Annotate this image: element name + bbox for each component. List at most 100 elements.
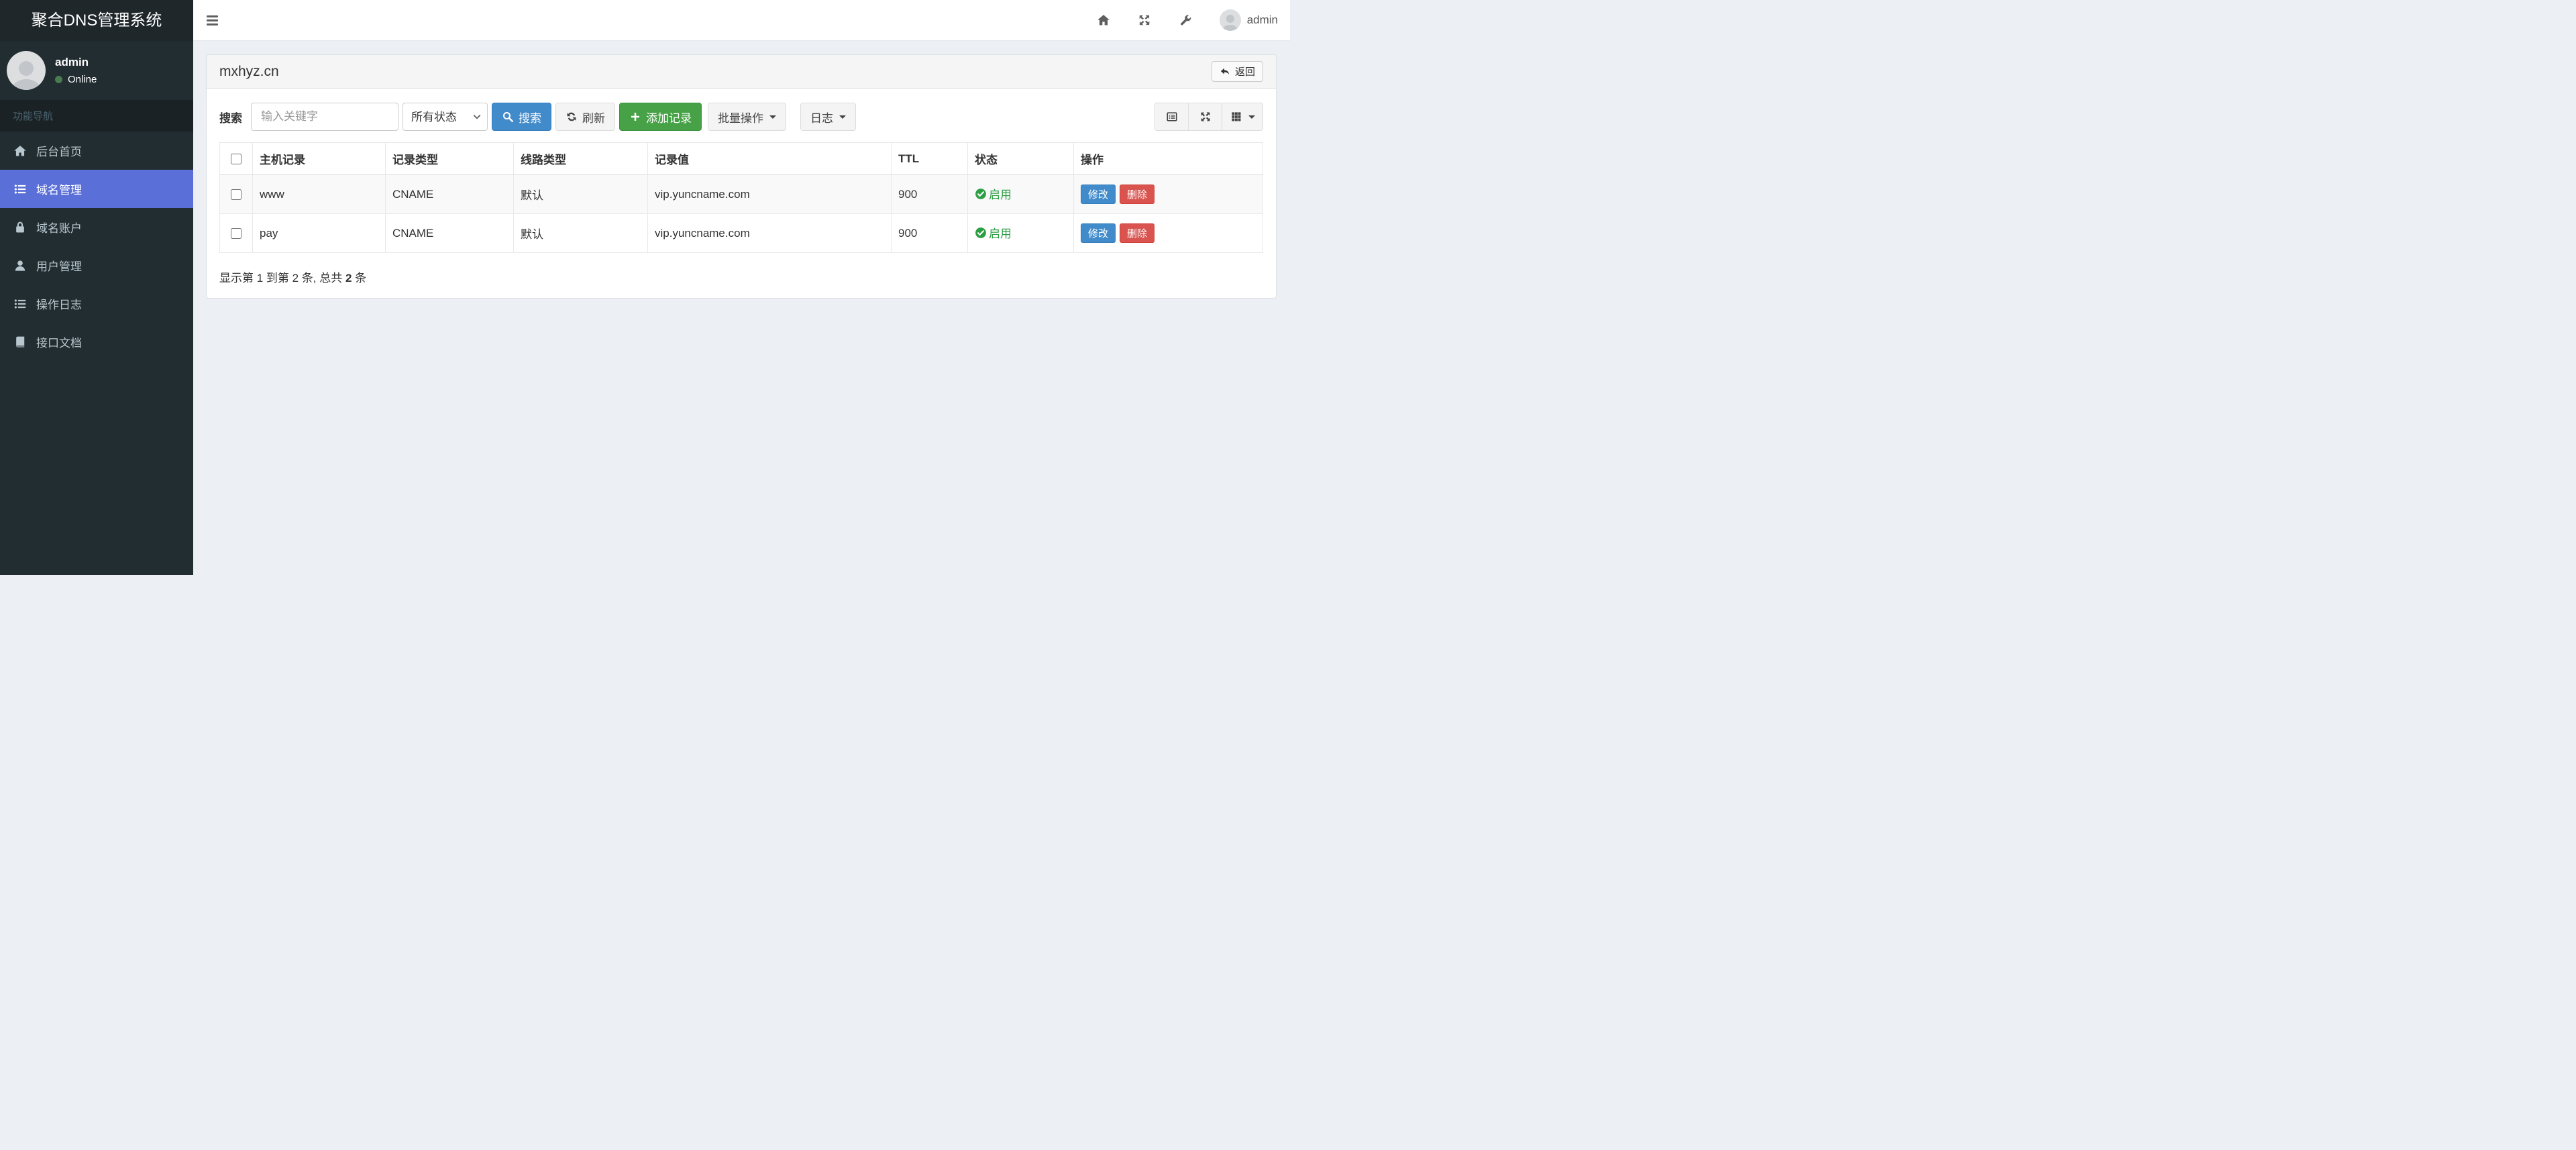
table-toolbar: 搜索 所有状态 搜索 [219, 103, 1263, 131]
pagination-summary: 显示第 1 到第 2 条, 总共 2 条 [219, 268, 1263, 285]
table-view-button-group [1155, 103, 1263, 131]
list-alt-icon [1166, 111, 1178, 123]
cell-line: 默认 [513, 213, 648, 253]
fullscreen-button[interactable] [1188, 103, 1222, 131]
panel-body: 搜索 所有状态 搜索 [207, 89, 1276, 298]
column-header-type: 记录类型 [385, 142, 514, 175]
cell-ttl: 900 [891, 213, 968, 253]
select-all-checkbox[interactable] [231, 154, 241, 165]
user-avatar [7, 51, 46, 90]
caret-down-icon [839, 115, 846, 119]
batch-actions-dropdown[interactable]: 批量操作 [708, 103, 786, 131]
add-record-button[interactable]: 添加记录 [619, 103, 702, 131]
sidebar-item-label: 域名账户 [36, 222, 82, 235]
cell-type: CNAME [385, 213, 514, 253]
search-button-label: 搜索 [519, 111, 541, 125]
cell-host: pay [252, 213, 386, 253]
sidebar-nav: 后台首页 域名管理 域名账户 用户管理 操作日志 接口文档 [0, 132, 193, 361]
reply-icon [1220, 66, 1230, 77]
sidebar-item-users[interactable]: 用户管理 [0, 246, 193, 284]
page-title: mxhyz.cn [219, 63, 279, 79]
sidebar: 聚合DNS管理系统 admin Online 功能导航 后台首页 域名管理 域名… [0, 0, 193, 575]
row-checkbox[interactable] [231, 228, 241, 240]
columns-grid-icon [1230, 111, 1242, 123]
content-area: mxhyz.cn 返回 搜索 所有状态 [193, 41, 1290, 299]
caret-down-icon [1248, 115, 1255, 119]
column-header-host: 主机记录 [252, 142, 386, 175]
expand-icon[interactable] [1138, 13, 1151, 27]
book-icon [13, 335, 27, 349]
cell-line: 默认 [513, 174, 648, 214]
user-info: admin Online [55, 56, 97, 85]
navbar-user-name: admin [1246, 13, 1278, 26]
online-dot-icon [55, 76, 62, 83]
user-icon [13, 259, 27, 272]
column-header-value: 记录值 [647, 142, 892, 175]
search-button[interactable]: 搜索 [492, 103, 551, 131]
cell-value: vip.yuncname.com [647, 213, 892, 253]
summary-suffix: 条 [352, 272, 367, 284]
status-label: 启用 [989, 189, 1012, 202]
cell-type: CNAME [385, 174, 514, 214]
home-icon[interactable] [1097, 13, 1110, 27]
lock-icon [13, 221, 27, 234]
navbar-user-menu[interactable]: admin [1219, 9, 1278, 31]
plus-icon [629, 111, 641, 123]
hamburger-icon[interactable] [205, 13, 219, 28]
list-icon [13, 182, 27, 196]
back-button-label: 返回 [1234, 66, 1255, 78]
status-label: 启用 [989, 227, 1012, 241]
toggle-view-button[interactable] [1155, 103, 1189, 131]
row-actions: 修改 删除 [1081, 223, 1155, 243]
row-actions: 修改 删除 [1081, 185, 1155, 204]
panel-heading: mxhyz.cn 返回 [207, 55, 1276, 89]
row-checkbox[interactable] [231, 189, 241, 201]
sidebar-item-dashboard[interactable]: 后台首页 [0, 132, 193, 170]
sidebar-user-panel: admin Online [0, 41, 193, 100]
fullscreen-icon [1199, 111, 1212, 123]
batch-actions-label: 批量操作 [718, 111, 763, 125]
sidebar-item-label: 操作日志 [36, 299, 82, 311]
cell-host: www [252, 174, 386, 214]
search-input[interactable] [251, 103, 398, 131]
status-badge: 启用 [975, 224, 1012, 241]
wrench-icon[interactable] [1179, 13, 1192, 27]
edit-button[interactable]: 修改 [1081, 223, 1116, 243]
add-record-button-label: 添加记录 [646, 111, 692, 125]
back-button[interactable]: 返回 [1211, 61, 1263, 82]
summary-prefix: 显示第 1 到第 2 条, 总共 [219, 272, 345, 284]
column-header-status: 状态 [967, 142, 1074, 175]
navbar-right: admin [1097, 9, 1278, 31]
sidebar-item-domains[interactable]: 域名管理 [0, 170, 193, 208]
delete-button[interactable]: 删除 [1120, 185, 1155, 204]
sidebar-section-label: 功能导航 [0, 100, 193, 132]
status-badge: 启用 [975, 185, 1012, 202]
search-label: 搜索 [219, 111, 242, 125]
search-icon [502, 111, 514, 123]
refresh-button[interactable]: 刷新 [555, 103, 615, 131]
user-status-label: Online [68, 74, 97, 85]
app-root: 聚合DNS管理系统 admin Online 功能导航 后台首页 域名管理 域名… [0, 0, 1290, 575]
check-circle-icon [975, 188, 987, 200]
status-select[interactable]: 所有状态 [402, 103, 488, 131]
sidebar-item-domain-accounts[interactable]: 域名账户 [0, 208, 193, 246]
table-header-row: 主机记录 记录类型 线路类型 记录值 TTL 状态 操作 [219, 142, 1263, 175]
records-table: 主机记录 记录类型 线路类型 记录值 TTL 状态 操作 www CNAME 默… [219, 142, 1263, 253]
table-row: pay CNAME 默认 vip.yuncname.com 900 启用 修改 … [219, 213, 1263, 253]
domain-records-panel: mxhyz.cn 返回 搜索 所有状态 [206, 54, 1277, 299]
column-header-actions: 操作 [1073, 142, 1263, 175]
edit-button[interactable]: 修改 [1081, 185, 1116, 204]
home-icon [13, 144, 27, 158]
sidebar-item-api-docs[interactable]: 接口文档 [0, 323, 193, 361]
cell-value: vip.yuncname.com [647, 174, 892, 214]
columns-button[interactable] [1222, 103, 1263, 131]
delete-button[interactable]: 删除 [1120, 223, 1155, 243]
log-dropdown[interactable]: 日志 [800, 103, 856, 131]
log-list-icon [13, 297, 27, 311]
top-navbar: admin [193, 0, 1290, 41]
sidebar-item-logs[interactable]: 操作日志 [0, 284, 193, 323]
caret-down-icon [769, 115, 776, 119]
sidebar-item-label: 域名管理 [36, 184, 82, 197]
user-avatar [1219, 9, 1241, 31]
refresh-icon [566, 111, 578, 123]
